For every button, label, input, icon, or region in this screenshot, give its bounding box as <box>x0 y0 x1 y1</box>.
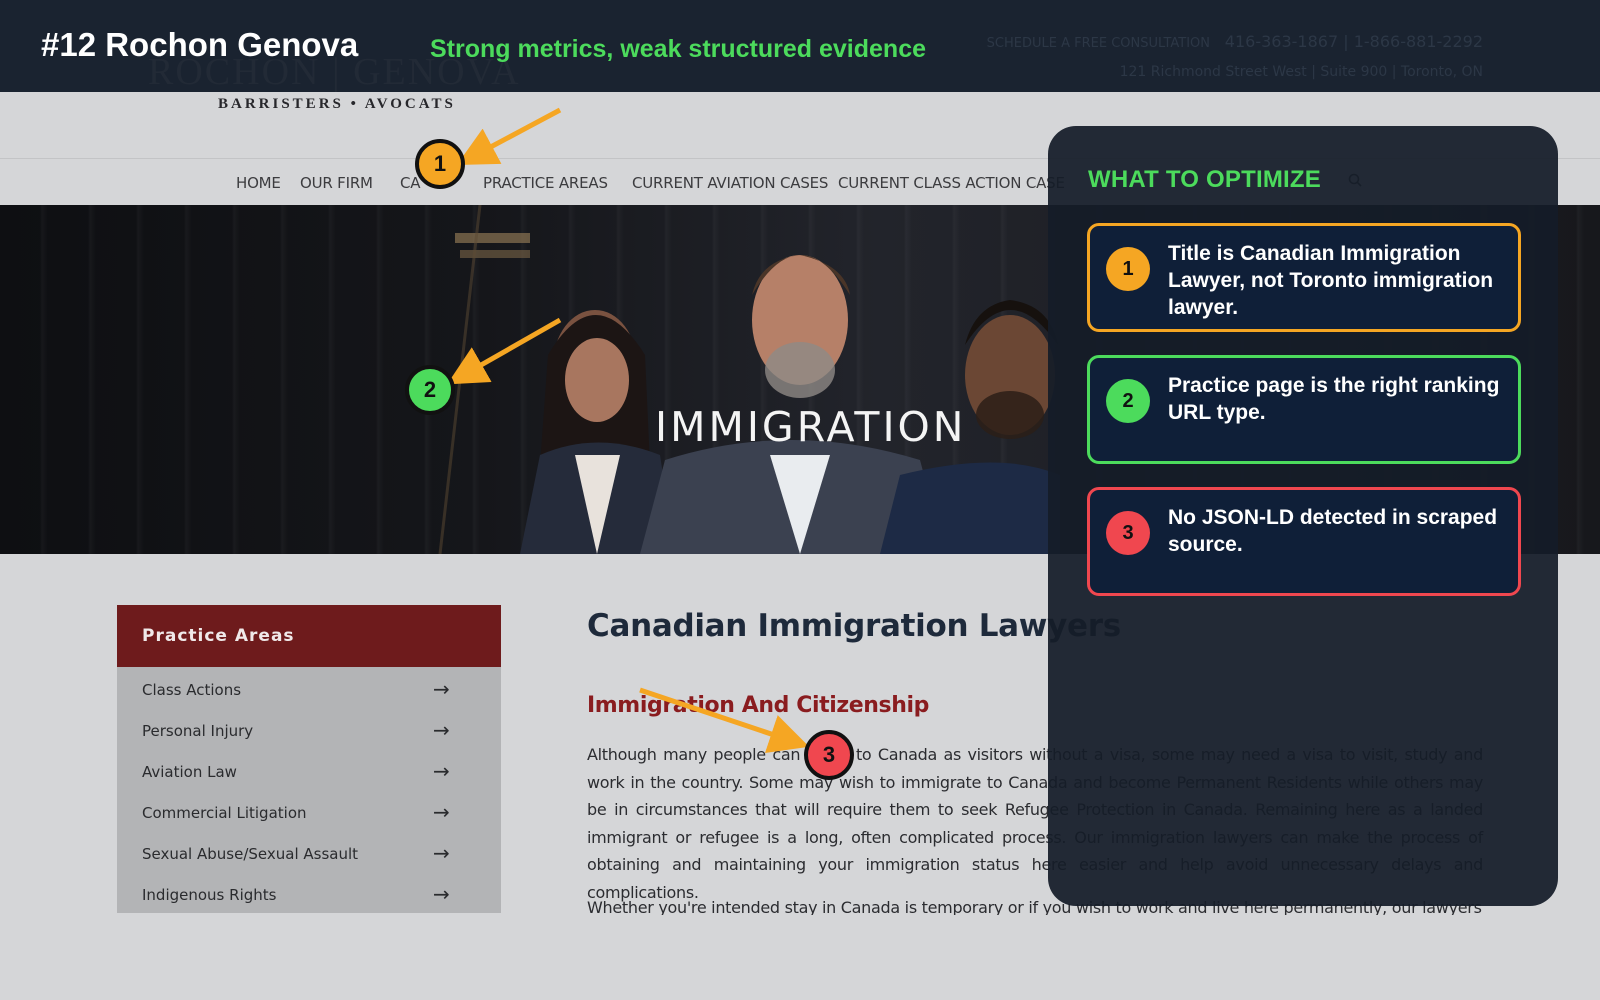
phone-numbers[interactable]: 416-363-1867 | 1-866-881-2292 <box>1225 32 1483 51</box>
banner-subtitle: Strong metrics, weak structured evidence <box>430 35 927 63</box>
sidebar-item-label: Personal Injury <box>142 722 254 740</box>
optimization-card-1: 1 Title is Canadian Immigration Lawyer, … <box>1087 223 1521 332</box>
logo-tagline: BARRISTERS • AVOCATS <box>218 96 456 112</box>
annotation-marker-1: 1 <box>415 139 465 189</box>
arrow-right-icon: → <box>433 718 450 742</box>
sidebar-item-label: Aviation Law <box>142 763 237 781</box>
arrow-right-icon: → <box>433 800 450 824</box>
panel-title: WHAT TO OPTIMIZE <box>1088 166 1321 193</box>
sidebar-item-aviation-law[interactable]: Aviation Law → <box>117 749 501 790</box>
card-number-badge: 2 <box>1106 379 1150 423</box>
card-number-badge: 3 <box>1106 511 1150 555</box>
nav-home[interactable]: HOME <box>236 174 281 192</box>
annotation-marker-2: 2 <box>405 365 455 415</box>
page-title: Canadian Immigration Lawyers <box>587 608 1121 644</box>
banner-title: #12 Rochon Genova <box>41 26 359 63</box>
annotation-banner: ROCHON | GENOVA #12 Rochon Genova Strong… <box>0 0 1600 93</box>
nav-current-aviation-cases[interactable]: CURRENT AVIATION CASES <box>632 174 828 192</box>
sidebar-item-label: Commercial Litigation <box>142 804 307 822</box>
practice-areas-sidebar: Practice Areas Class Actions → Personal … <box>117 605 501 913</box>
card-text: Practice page is the right ranking URL t… <box>1168 374 1500 424</box>
optimization-panel: WHAT TO OPTIMIZE 1 Title is Canadian Imm… <box>1048 126 1558 906</box>
office-address: 121 Richmond Street West | Suite 900 | T… <box>1119 64 1483 80</box>
sidebar-item-label: Class Actions <box>142 681 242 699</box>
card-number-badge: 1 <box>1106 247 1150 291</box>
site-contact-info: SCHEDULE A FREE CONSULTATION 416-363-186… <box>987 28 1483 86</box>
consultation-cta[interactable]: SCHEDULE A FREE CONSULTATION <box>987 36 1210 51</box>
sidebar-item-personal-injury[interactable]: Personal Injury → <box>117 708 501 749</box>
nav-practice-areas[interactable]: PRACTICE AREAS <box>483 174 608 192</box>
sidebar-item-sexual-abuse[interactable]: Sexual Abuse/Sexual Assault → <box>117 831 501 872</box>
sidebar-item-label: Indigenous Rights <box>142 886 277 904</box>
sidebar-item-class-actions[interactable]: Class Actions → <box>117 667 501 708</box>
annotation-marker-3: 3 <box>804 730 854 780</box>
nav-current-class-action-cases[interactable]: CURRENT CLASS ACTION CASE <box>838 174 1065 192</box>
section-heading: Immigration And Citizenship <box>587 693 929 718</box>
optimization-card-2: 2 Practice page is the right ranking URL… <box>1087 355 1521 464</box>
arrow-right-icon: → <box>433 759 450 783</box>
optimization-card-3: 3 No JSON-LD detected in scraped source. <box>1087 487 1521 596</box>
sidebar-item-commercial-litigation[interactable]: Commercial Litigation → <box>117 790 501 831</box>
card-text: No JSON-LD detected in scraped source. <box>1168 506 1498 556</box>
sidebar-item-indigenous-rights[interactable]: Indigenous Rights → <box>117 872 501 913</box>
sidebar-item-label: Sexual Abuse/Sexual Assault <box>142 845 359 863</box>
sidebar-heading: Practice Areas <box>117 605 501 667</box>
card-text: Title is Canadian Immigration Lawyer, no… <box>1168 242 1494 319</box>
arrow-right-icon: → <box>433 882 450 906</box>
arrow-right-icon: → <box>433 841 450 865</box>
arrow-right-icon: → <box>433 677 450 701</box>
nav-careers[interactable]: CA <box>400 174 421 192</box>
hero-title: IMMIGRATION <box>655 403 967 451</box>
nav-our-firm[interactable]: OUR FIRM <box>300 174 373 192</box>
